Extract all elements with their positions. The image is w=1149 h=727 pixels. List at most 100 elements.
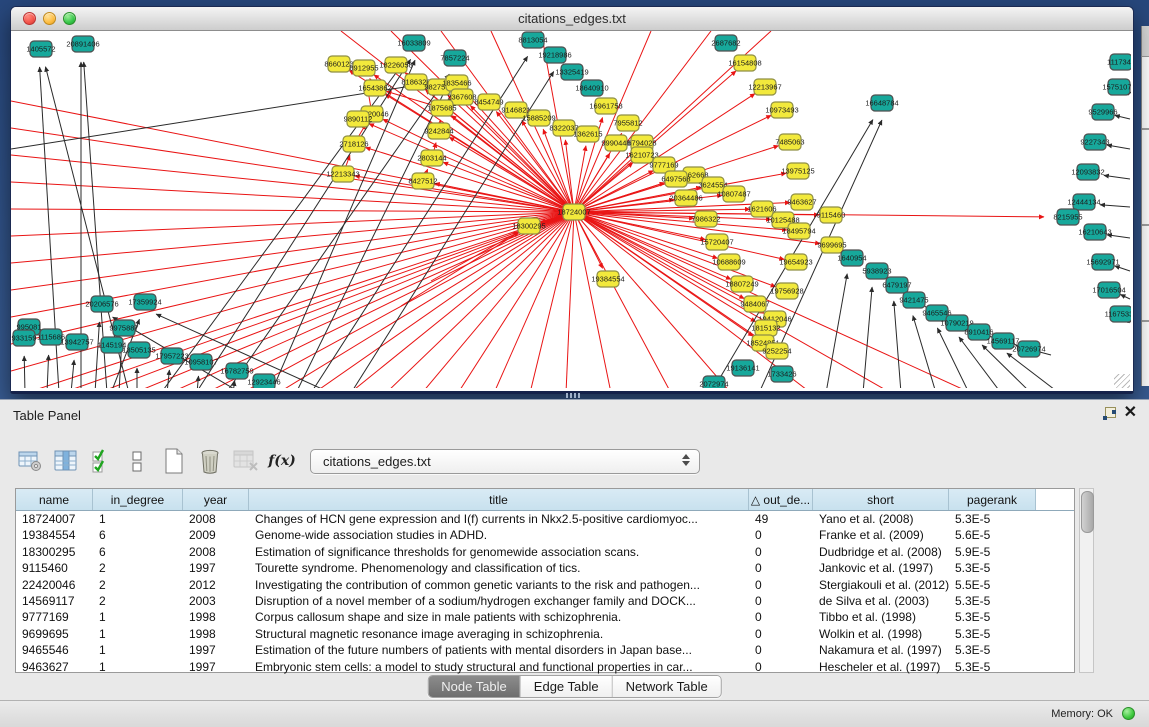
split-divider-handle[interactable] (566, 393, 582, 398)
table-cell[interactable]: 2012 (183, 577, 249, 593)
float-panel-icon[interactable] (1103, 407, 1116, 420)
graph-node[interactable]: 19654923 (779, 254, 812, 270)
table-row[interactable]: 977716911998Corpus callosum shape and si… (16, 609, 1074, 625)
table-cell[interactable]: 18300295 (16, 544, 93, 560)
table-cell[interactable]: 19384554 (16, 527, 93, 543)
tab-node-table[interactable]: Node Table (428, 676, 520, 697)
table-cell[interactable]: 5.3E-5 (949, 593, 1036, 609)
graph-node[interactable]: 9975887 (109, 320, 138, 336)
graph-node[interactable]: 18226058 (379, 57, 412, 73)
table-cell[interactable]: 5.3E-5 (949, 609, 1036, 625)
graph-node[interactable]: 12093832 (1071, 164, 1104, 180)
table-cell[interactable]: 6 (93, 544, 183, 560)
table-row[interactable]: 946554611997Estimation of the future num… (16, 642, 1074, 658)
graph-node[interactable]: 19218986 (538, 47, 571, 63)
table-cell[interactable]: 5.3E-5 (949, 626, 1036, 642)
table-cell[interactable]: 0 (749, 527, 813, 543)
graph-node[interactable]: 17016504 (1092, 282, 1125, 298)
table-cell[interactable]: 0 (749, 642, 813, 658)
graph-node[interactable]: 8427512 (408, 173, 437, 189)
table-cell[interactable]: 18724007 (16, 511, 93, 527)
graph-node[interactable]: 1875685 (427, 100, 456, 116)
graph-node[interactable]: 9242844 (424, 123, 453, 139)
graph-node[interactable]: 13975125 (781, 163, 814, 179)
table-scrollbar[interactable] (1079, 488, 1094, 673)
table-cell[interactable]: 5.3E-5 (949, 659, 1036, 675)
table-cell[interactable]: 2008 (183, 544, 249, 560)
graph-node[interactable]: 7986322 (691, 211, 720, 227)
table-cell[interactable]: 2 (93, 560, 183, 576)
graph-node[interactable]: 9421475 (899, 292, 928, 308)
table-cell[interactable]: 9465546 (16, 642, 93, 658)
table-row[interactable]: 946362711997Embryonic stem cells: a mode… (16, 659, 1074, 675)
column-header[interactable]: △ out_de... (749, 489, 813, 510)
tab-network-table[interactable]: Network Table (612, 676, 721, 697)
close-panel-icon[interactable]: ✕ (1124, 404, 1137, 422)
graph-node[interactable]: 15720407 (700, 234, 733, 250)
table-row[interactable]: 911546021997Tourette syndrome. Phenomeno… (16, 560, 1074, 576)
graph-node[interactable]: 8215955 (1053, 209, 1082, 225)
table-cell[interactable]: 49 (749, 511, 813, 527)
table-cell[interactable]: 2008 (183, 511, 249, 527)
graph-node[interactable]: 1362615 (573, 126, 602, 142)
graph-node[interactable]: 16648784 (865, 95, 898, 111)
graph-node[interactable]: 12213967 (748, 79, 781, 95)
graph-node[interactable]: 15692971 (1086, 254, 1119, 270)
table-cell[interactable]: 1 (93, 642, 183, 658)
table-selector-dropdown[interactable]: citations_edges.txt (310, 449, 700, 474)
table-cell[interactable]: 5.3E-5 (949, 511, 1036, 527)
table-cell[interactable]: 2 (93, 577, 183, 593)
table-cell[interactable]: 1 (93, 511, 183, 527)
table-cell[interactable]: Investigating the contribution of common… (249, 577, 749, 593)
table-cell[interactable]: 1998 (183, 626, 249, 642)
graph-node[interactable]: 8912955 (349, 60, 378, 76)
graph-node[interactable]: 16961758 (589, 98, 622, 114)
graph-node[interactable]: 9990448 (601, 135, 630, 151)
graph-node[interactable]: 2718126 (339, 136, 368, 152)
table-cell[interactable]: 0 (749, 577, 813, 593)
graph-node[interactable]: 1815132 (751, 320, 780, 336)
graph-node[interactable]: 6479197 (882, 277, 911, 293)
column-header[interactable]: title (249, 489, 749, 510)
table-row[interactable]: 1830029562008Estimation of significance … (16, 544, 1074, 560)
graph-node[interactable]: 9463627 (787, 194, 816, 210)
delete-table-icon[interactable] (232, 448, 260, 474)
graph-node[interactable]: 2687682 (711, 35, 740, 51)
table-cell[interactable]: 0 (749, 609, 813, 625)
graph-node[interactable]: 8813054 (518, 32, 547, 48)
graph-node[interactable]: 9890112 (344, 111, 373, 127)
table-cell[interactable]: Hescheler et al. (1997) (813, 659, 949, 675)
graph-node[interactable]: 933159 (11, 330, 36, 346)
table-cell[interactable]: 1 (93, 609, 183, 625)
table-cell[interactable]: Stergiakouli et al. (2012) (813, 577, 949, 593)
graph-node[interactable]: 1405572 (26, 41, 55, 57)
table-cell[interactable]: 9699695 (16, 626, 93, 642)
table-cell[interactable]: 9777169 (16, 609, 93, 625)
table-cell[interactable]: 14569117 (16, 593, 93, 609)
table-cell[interactable]: 9115460 (16, 560, 93, 576)
table-row[interactable]: 969969511998Structural magnetic resonanc… (16, 626, 1074, 642)
table-cell[interactable]: Embryonic stem cells: a model to study s… (249, 659, 749, 675)
table-row[interactable]: 1938455462009Genome-wide association stu… (16, 527, 1074, 543)
table-cell[interactable]: 2003 (183, 593, 249, 609)
graph-node[interactable]: 12444134 (1067, 194, 1100, 210)
table-cell[interactable]: 5.3E-5 (949, 560, 1036, 576)
table-cell[interactable]: Tourette syndrome. Phenomenology and cla… (249, 560, 749, 576)
table-cell[interactable]: Genome-wide association studies in ADHD. (249, 527, 749, 543)
table-cell[interactable]: 0 (749, 659, 813, 675)
table-row[interactable]: 1456911722003Disruption of a novel membe… (16, 593, 1074, 609)
graph-node[interactable]: 13942757 (60, 334, 93, 350)
graph-node[interactable]: 18640910 (575, 80, 608, 96)
table-cell[interactable]: 1998 (183, 609, 249, 625)
graph-node[interactable]: 19756928 (770, 283, 803, 299)
table-cell[interactable]: 5.5E-5 (949, 577, 1036, 593)
graph-node[interactable]: 6497568 (661, 171, 690, 187)
column-header[interactable]: name (16, 489, 93, 510)
graph-node[interactable]: 2803144 (417, 150, 446, 166)
graph-node[interactable]: 13325419 (555, 64, 588, 80)
table-cell[interactable]: Estimation of the future numbers of pati… (249, 642, 749, 658)
table-cell[interactable]: Structural magnetic resonance image aver… (249, 626, 749, 642)
graph-node[interactable]: 12923446 (247, 374, 280, 388)
graph-node[interactable]: 9227343 (1080, 134, 1109, 150)
graph-node[interactable]: 16782759 (220, 363, 253, 379)
